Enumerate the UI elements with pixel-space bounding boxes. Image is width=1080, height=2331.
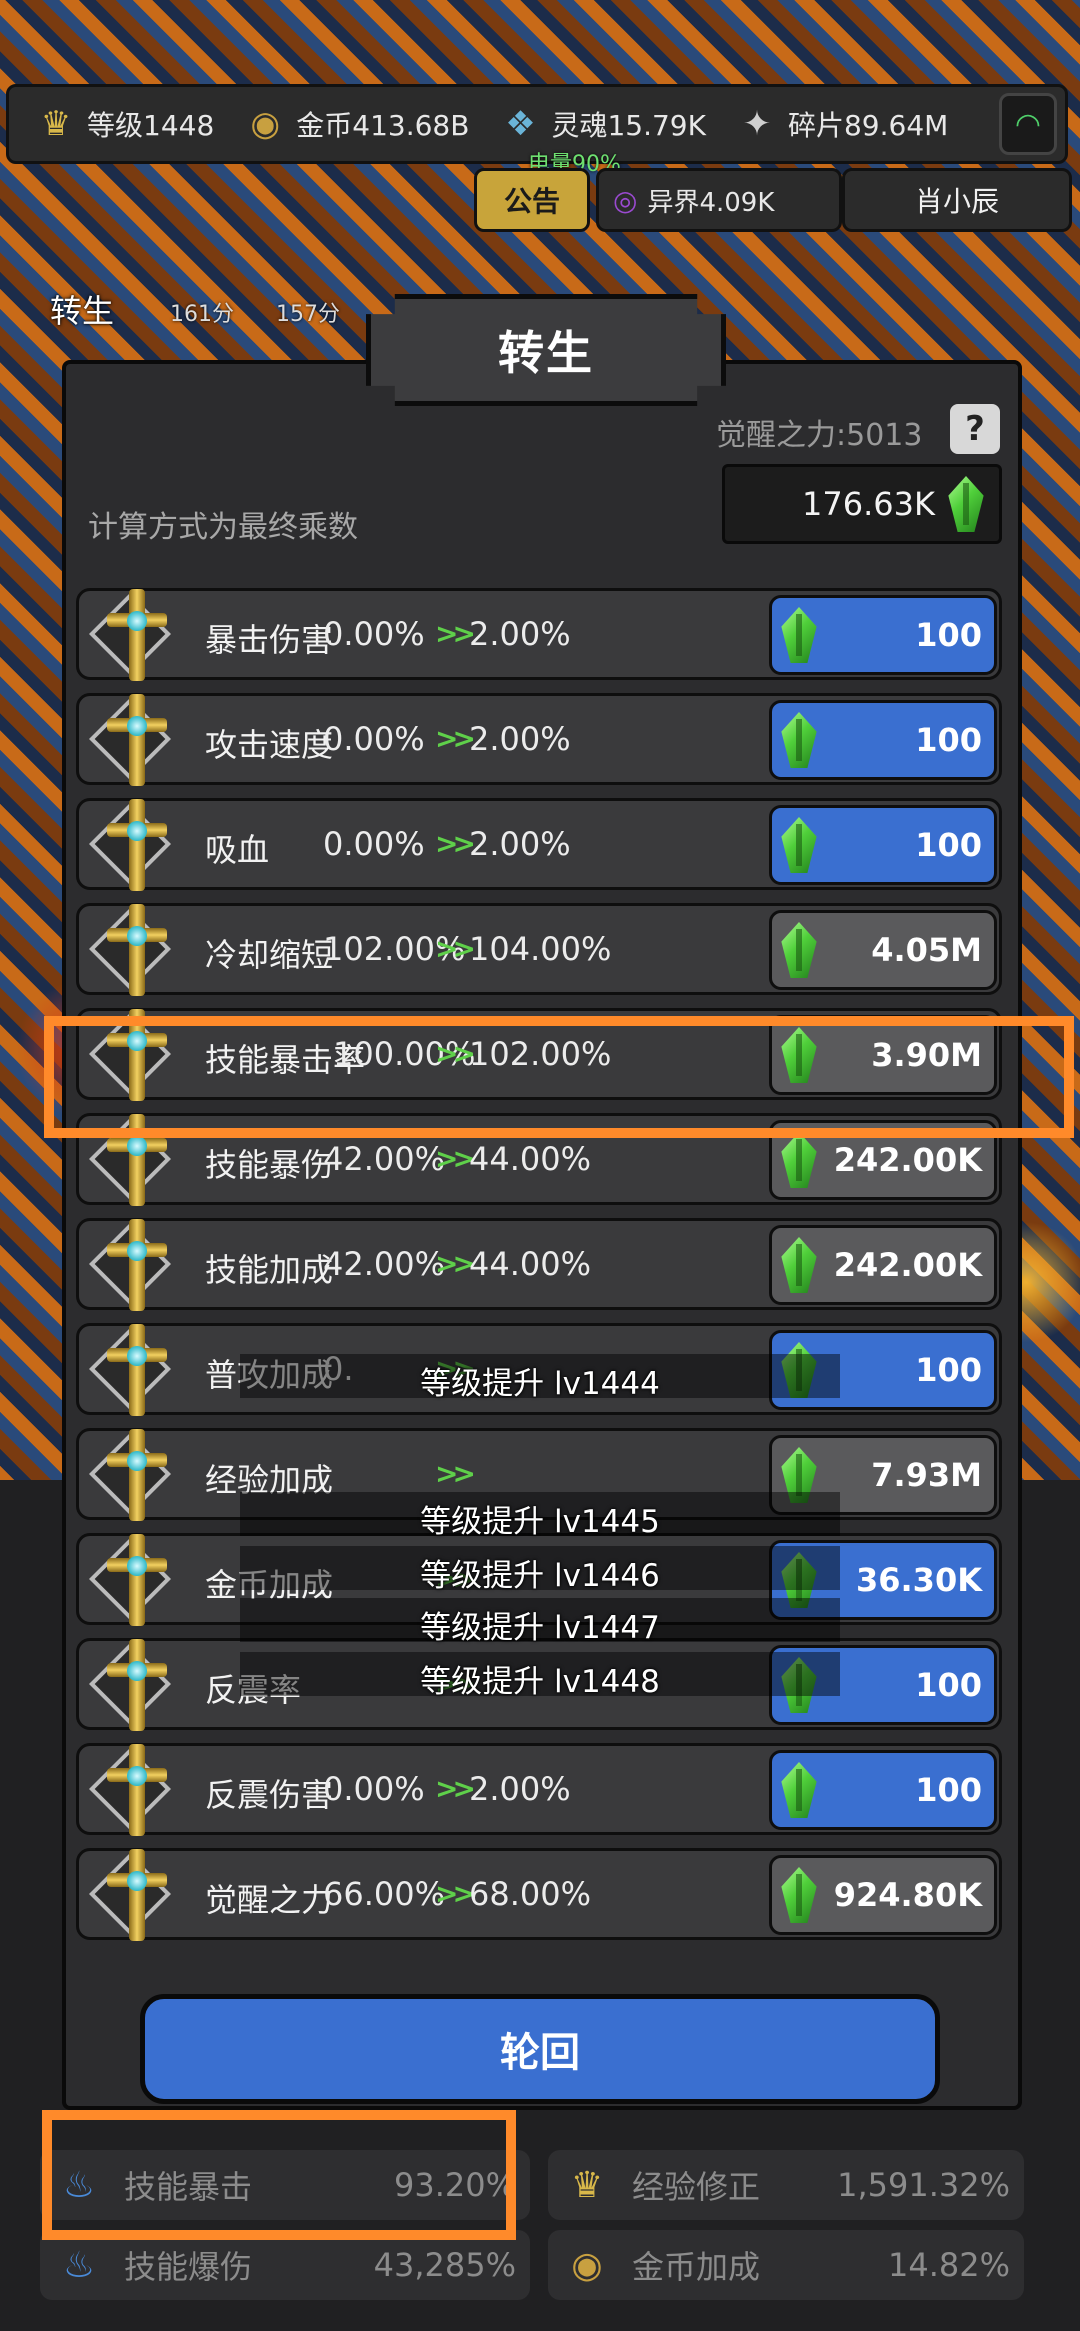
cross-emblem-icon — [88, 902, 177, 998]
gem-icon — [778, 1867, 820, 1923]
upgrade-row: 反震伤害 0.00% >> 2.00% 100 — [76, 1742, 1002, 1838]
gem-balance: 176.63K — [722, 464, 1002, 544]
upgrade-row: 技能加成 42.00% >> 44.00% 242.00K — [76, 1217, 1002, 1313]
double-arrow-icon: >> — [435, 1772, 476, 1805]
upgrade-cost-button[interactable]: 100 — [769, 700, 997, 780]
timer-a: 161分 — [170, 302, 234, 327]
upgrade-name: 技能暴伤 — [205, 1146, 334, 1184]
upgrade-row: 暴击伤害 0.00% >> 2.00% 100 — [76, 587, 1002, 683]
reincarnate-side-label[interactable]: 转生 — [50, 286, 114, 332]
crown-icon: ♛ — [570, 2164, 604, 2206]
current-value: 0.00% — [323, 1770, 425, 1808]
double-arrow-icon: >> — [435, 1457, 476, 1490]
highlight-skill-crit-row — [44, 1016, 1074, 1138]
upgrade-cost-button[interactable]: 100 — [769, 595, 997, 675]
cross-emblem-icon — [88, 1217, 177, 1313]
upgrade-list[interactable]: 暴击伤害 0.00% >> 2.00% 100 攻击速度 0.00% >> 2.… — [76, 548, 1010, 1988]
current-value: 0.00% — [323, 720, 425, 758]
upgrade-cost-button[interactable]: 100 — [769, 805, 997, 885]
next-value: 44.00% — [469, 1245, 592, 1283]
gem-icon — [778, 1762, 820, 1818]
gold-resource: ◉ 金币413.68B — [242, 101, 469, 147]
gem-icon — [945, 476, 987, 532]
double-arrow-icon: >> — [435, 1877, 476, 1910]
cross-emblem-icon — [88, 1742, 177, 1838]
upgrade-cost-button[interactable]: 242.00K — [769, 1225, 997, 1305]
panel-title-plate: 转生 — [366, 294, 726, 406]
vortex-icon: ◎ — [613, 183, 638, 217]
levelup-text: 等级提升 lv1444 — [420, 1366, 660, 1402]
double-arrow-icon: >> — [435, 932, 476, 965]
stat-skill-crit-dmg: ♨ 技能爆伤 43,285% — [40, 2230, 530, 2300]
upgrade-name: 觉醒之力 — [205, 1881, 334, 1919]
next-value: 2.00% — [469, 615, 571, 653]
panel-title: 转生 — [498, 326, 594, 380]
gem-icon — [778, 922, 820, 978]
gem-icon — [778, 712, 820, 768]
upgrade-name: 反震伤害 — [205, 1776, 334, 1814]
help-button[interactable]: ? — [950, 404, 1000, 454]
next-value: 104.00% — [469, 930, 612, 968]
coin-icon: ◉ — [250, 104, 281, 144]
next-value: 2.00% — [469, 1770, 571, 1808]
current-value: 0.00% — [323, 825, 425, 863]
levelup-text: 等级提升 lv1446 — [420, 1558, 660, 1594]
notice-button[interactable]: 公告 — [474, 168, 590, 232]
shard-icon: ✦ — [742, 104, 772, 144]
current-value: 66.00% — [323, 1875, 446, 1913]
calc-note: 计算方式为最终乘数 — [88, 510, 358, 545]
double-arrow-icon: >> — [435, 617, 476, 650]
cross-emblem-icon — [88, 1847, 177, 1943]
next-value: 2.00% — [469, 720, 571, 758]
double-arrow-icon: >> — [435, 827, 476, 860]
double-arrow-icon: >> — [435, 1142, 476, 1175]
stat-gold-bonus: ◉ 金币加成 14.82% — [548, 2230, 1024, 2300]
gem-icon — [778, 817, 820, 873]
levelup-text: 等级提升 lv1445 — [420, 1504, 660, 1540]
gem-icon — [778, 1132, 820, 1188]
timer-b: 157分 — [276, 302, 340, 327]
upgrade-name: 技能加成 — [205, 1251, 334, 1289]
cross-emblem-icon — [88, 692, 177, 788]
upgrade-cost-button[interactable]: 924.80K — [769, 1855, 997, 1935]
next-value: 44.00% — [469, 1140, 592, 1178]
levelup-text: 等级提升 lv1447 — [420, 1610, 660, 1646]
upgrade-name: 冷却缩短 — [205, 936, 334, 974]
crown-icon: ♛ — [40, 104, 72, 144]
upgrade-row: 觉醒之力 66.00% >> 68.00% 924.80K — [76, 1847, 1002, 1943]
upgrade-name: 攻击速度 — [205, 726, 334, 764]
upgrade-name: 暴击伤害 — [205, 621, 334, 659]
cross-emblem-icon — [88, 587, 177, 683]
otherworld-button[interactable]: ◎ 异界4.09K — [596, 168, 842, 232]
level-resource: ♛ 等级1448 — [33, 101, 215, 147]
upgrade-row: 吸血 0.00% >> 2.00% 100 — [76, 797, 1002, 893]
current-value: 42.00% — [323, 1245, 446, 1283]
gem-icon — [778, 607, 820, 663]
double-arrow-icon: >> — [435, 1247, 476, 1280]
stat-exp-mod: ♛ 经验修正 1,591.32% — [548, 2150, 1024, 2220]
soul-resource: ❖ 灵魂15.79K — [497, 101, 706, 147]
reincarnate-button[interactable]: 轮回 — [140, 1994, 940, 2104]
gem-icon — [778, 1237, 820, 1293]
shard-resource: ✦ 碎片89.64M — [734, 101, 949, 147]
levelup-text: 等级提升 lv1448 — [420, 1664, 660, 1700]
cross-emblem-icon — [88, 797, 177, 893]
fire-icon: ♨ — [62, 2244, 96, 2286]
awaken-power-label: 觉醒之力:5013 — [716, 418, 923, 453]
current-value: 42.00% — [323, 1140, 446, 1178]
upgrade-cost-button[interactable]: 100 — [769, 1750, 997, 1830]
next-value: 68.00% — [469, 1875, 592, 1913]
upgrade-row: 攻击速度 0.00% >> 2.00% 100 — [76, 692, 1002, 788]
double-arrow-icon: >> — [435, 722, 476, 755]
coin-icon: ◉ — [571, 2244, 603, 2286]
signal-icon[interactable]: ◠ — [999, 93, 1057, 155]
upgrade-row: 冷却缩短 102.00% >> 104.00% 4.05M — [76, 902, 1002, 998]
highlight-skill-crit-stat — [42, 2110, 516, 2240]
soul-icon: ❖ — [505, 104, 536, 144]
upgrade-cost-button[interactable]: 4.05M — [769, 910, 997, 990]
next-value: 2.00% — [469, 825, 571, 863]
player-name-button[interactable]: 肖小辰 — [842, 168, 1072, 232]
current-value: 0.00% — [323, 615, 425, 653]
upgrade-name: 吸血 — [205, 831, 270, 869]
